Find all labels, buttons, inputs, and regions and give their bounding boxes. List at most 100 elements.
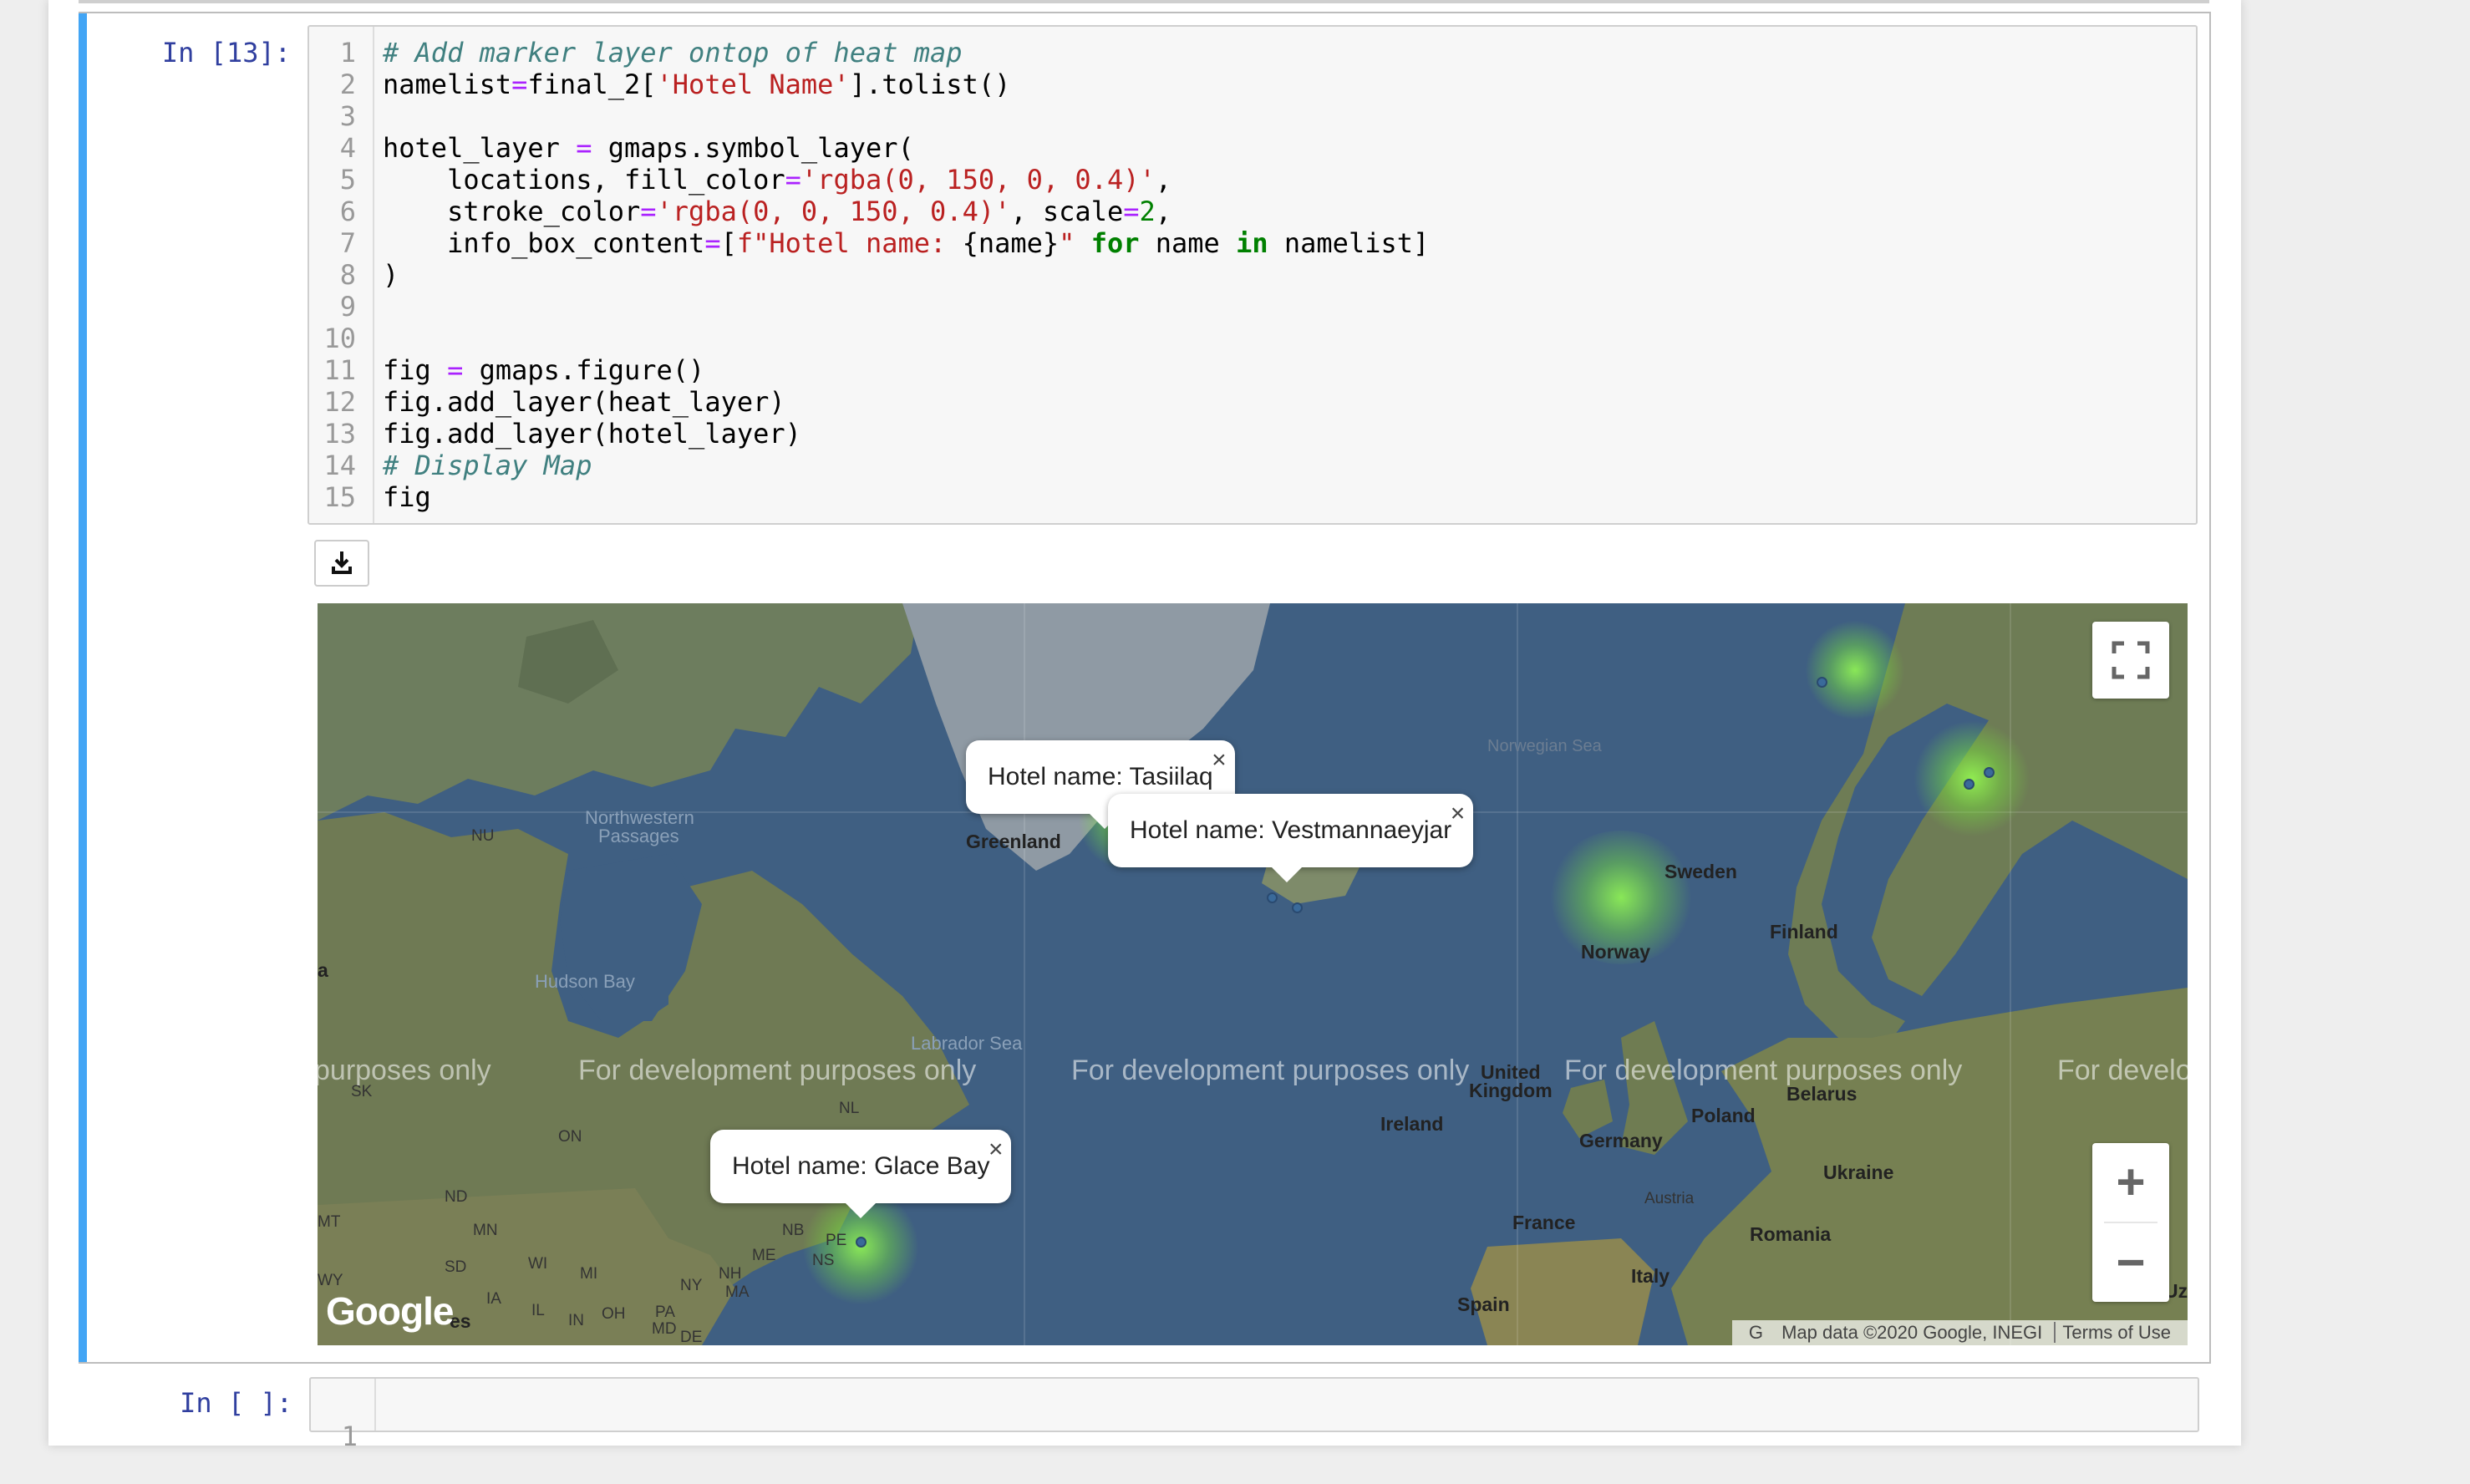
map-widget[interactable]: Greenland Norwegian Sea Sweden Finland N… xyxy=(318,603,2188,1345)
map-label: MD xyxy=(652,1320,677,1338)
code-token: {name} xyxy=(962,227,1060,259)
map-attribution: G Map data ©2020 Google, INEGI Terms of … xyxy=(1731,1320,2188,1345)
line-number: 6 xyxy=(339,196,356,227)
zoom-control: + − xyxy=(2092,1143,2169,1302)
map-label: Italy xyxy=(1631,1265,1670,1287)
notebook-page: In [13]: 1 # Add marker layer ontop of he… xyxy=(48,0,2241,1452)
map-label: Ukraine xyxy=(1823,1161,1894,1183)
map-label: Ireland xyxy=(1380,1113,1444,1135)
line-number: 5 xyxy=(339,164,356,196)
code-editor[interactable]: 1 # Add marker layer ontop of heat map 2 na… xyxy=(307,25,2198,525)
map-label: IA xyxy=(486,1290,501,1308)
info-window-vestmannaeyjar[interactable]: Hotel name: Vestmannaeyjar × xyxy=(1108,794,1474,882)
dev-watermark: purposes only xyxy=(318,1055,491,1086)
map-label: IN xyxy=(568,1312,584,1329)
heat-spot xyxy=(1913,720,2030,837)
attribution-g: G xyxy=(1748,1322,1763,1343)
code-cell-selected[interactable]: In [13]: 1 # Add marker layer ontop of he… xyxy=(79,12,2211,1364)
hotel-marker[interactable] xyxy=(1984,767,1995,778)
code-text: # Add marker layer ontop of heat map xyxy=(383,37,963,69)
map-label: Kingdom xyxy=(1469,1080,1553,1101)
download-button[interactable] xyxy=(314,540,369,587)
code-token: locations, fill_color xyxy=(383,164,785,196)
line-number: 9 xyxy=(339,291,356,323)
code-token: , xyxy=(1155,164,1172,196)
code-token: ) xyxy=(383,259,399,291)
zoom-in-button[interactable]: + xyxy=(2092,1143,2169,1222)
heat-spot xyxy=(1805,620,1905,720)
code-token: f"Hotel name: xyxy=(736,227,963,259)
code-text: fig xyxy=(383,481,431,513)
map-label: PA xyxy=(655,1304,675,1321)
map-label: ND xyxy=(445,1188,468,1206)
dev-watermark: For development purposes only xyxy=(1071,1055,1470,1086)
line-number: 13 xyxy=(323,418,356,450)
code-editor-empty[interactable]: 1 xyxy=(309,1377,2199,1452)
fullscreen-icon xyxy=(2112,641,2150,679)
input-prompt-empty: In [ ]: xyxy=(180,1387,292,1419)
close-icon[interactable]: × xyxy=(1212,724,1227,797)
code-token: fig xyxy=(383,354,448,386)
code-token: # Display Map xyxy=(383,450,592,481)
info-window-text: Hotel name: Glace Bay xyxy=(732,1152,990,1180)
line-number: 8 xyxy=(339,259,356,291)
code-token: = xyxy=(640,196,657,227)
close-icon[interactable]: × xyxy=(1451,777,1466,851)
input-prompt: In [13]: xyxy=(161,37,291,69)
map-data-text: Map data ©2020 Google, INEGI xyxy=(1781,1322,2043,1343)
code-text: info_box_content=[f"Hotel name: {name}" … xyxy=(383,227,1429,259)
code-token: # Add marker layer ontop of heat map xyxy=(383,37,963,69)
code-token: = xyxy=(1123,196,1140,227)
zoom-out-button[interactable]: − xyxy=(2092,1223,2169,1302)
code-token: = xyxy=(704,227,721,259)
code-token: namelist xyxy=(383,69,512,100)
code-text: fig.add_layer(heat_layer) xyxy=(383,386,785,418)
map-label: DE xyxy=(680,1329,703,1345)
code-token: name xyxy=(1139,227,1237,259)
code-text: ) xyxy=(383,259,399,291)
info-window-tail xyxy=(844,1202,877,1218)
map-label: Norway xyxy=(1581,941,1651,963)
code-text: hotel_layer = gmaps.symbol_layer( xyxy=(383,132,914,164)
code-text: locations, fill_color='rgba(0, 150, 0, 0… xyxy=(383,164,1171,196)
close-icon[interactable]: × xyxy=(989,1113,1004,1187)
map-label: MN xyxy=(473,1222,498,1239)
info-window-glace-bay[interactable]: Hotel name: Glace Bay × xyxy=(710,1130,1012,1218)
map-label: Passages xyxy=(598,826,679,846)
hotel-marker[interactable] xyxy=(856,1237,867,1248)
map-label: Greenland xyxy=(966,831,1061,852)
fullscreen-button[interactable] xyxy=(2092,622,2169,699)
code-token: fig.add_layer(heat_layer) xyxy=(383,386,785,418)
code-token: namelist] xyxy=(1268,227,1430,259)
code-token: 2 xyxy=(1139,196,1156,227)
code-token: ].tolist() xyxy=(849,69,1011,100)
map-label: NB xyxy=(782,1222,805,1239)
map-label: Germany xyxy=(1579,1130,1663,1151)
hotel-marker[interactable] xyxy=(1817,677,1827,688)
map-label: Norwegian Sea xyxy=(1487,737,1602,755)
line-number: 2 xyxy=(339,69,356,100)
code-token: = xyxy=(576,132,592,164)
line-number: 4 xyxy=(339,132,356,164)
line-number: 1 xyxy=(341,1420,358,1452)
hotel-marker[interactable] xyxy=(1267,892,1278,903)
map-label: OH xyxy=(602,1305,626,1323)
code-token: = xyxy=(785,164,801,196)
map-label: Spain xyxy=(1457,1293,1510,1315)
map-label: WY xyxy=(318,1272,343,1289)
code-token: final_2[ xyxy=(527,69,657,100)
code-token: info_box_content xyxy=(383,227,705,259)
hotel-marker[interactable] xyxy=(1292,902,1303,913)
terms-of-use-link[interactable]: Terms of Use xyxy=(2054,1322,2178,1343)
hotel-marker[interactable] xyxy=(1964,779,1974,790)
line-number: 14 xyxy=(323,450,356,481)
line-number: 1 xyxy=(339,37,356,69)
line-number: 15 xyxy=(323,481,356,513)
code-token: 'rgba(0, 0, 150, 0.4)' xyxy=(656,196,1011,227)
dev-watermark: For development purposes only xyxy=(1564,1055,1963,1086)
map-label: a xyxy=(318,959,328,981)
map-label: Sweden xyxy=(1664,861,1737,882)
map-label: Poland xyxy=(1691,1105,1756,1126)
code-token: fig.add_layer(hotel_layer) xyxy=(383,418,801,450)
